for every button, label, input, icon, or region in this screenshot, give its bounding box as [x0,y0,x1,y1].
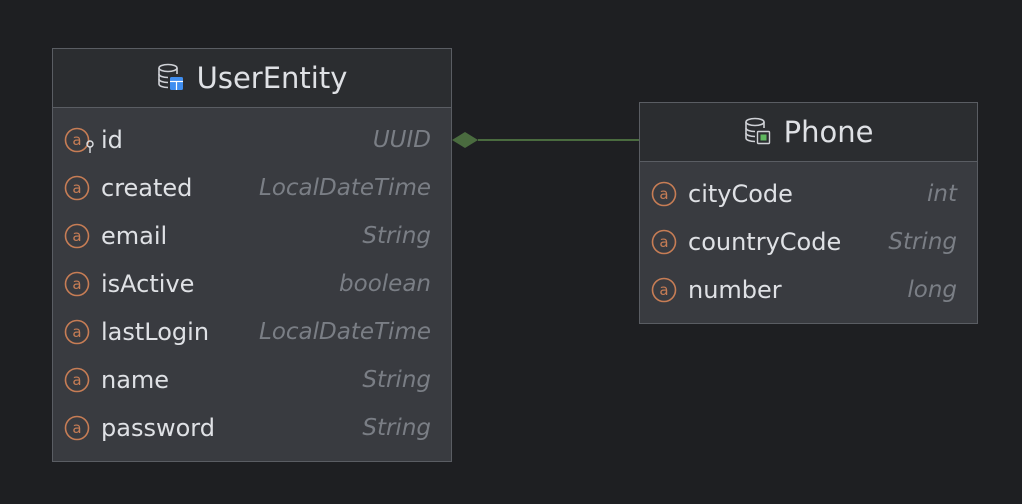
field-a-icon: a [651,229,677,255]
entity-embeddable-icon [744,117,770,145]
field-name: name [101,366,170,394]
field-row-isactive[interactable]: a isActive boolean [53,260,451,308]
svg-text:a: a [72,275,81,293]
field-name: password [101,414,215,442]
field-name: email [101,222,168,250]
entity-table-icon [157,63,183,90]
entity-header[interactable]: UserEntity [53,49,451,108]
field-name: isActive [101,270,195,298]
key-icon [86,140,94,153]
field-type: String [888,229,957,255]
field-a-icon: a [64,175,90,201]
field-row-lastlogin[interactable]: a lastLogin LocalDateTime [53,308,451,356]
svg-text:a: a [659,185,668,203]
field-name: number [688,276,782,304]
svg-text:a: a [72,227,81,245]
svg-text:a: a [659,281,668,299]
svg-text:a: a [72,323,81,341]
field-type: LocalDateTime [259,175,431,201]
entity-phone[interactable]: Phone a cityCode int a countryCode Strin… [639,102,978,324]
field-list: a id UUID a created LocalDateTime a emai… [53,108,451,452]
field-row-password[interactable]: a password String [53,404,451,452]
field-row-countrycode[interactable]: a countryCode String [640,218,977,266]
composition-diamond-icon [452,132,478,148]
field-type: long [907,277,957,303]
field-row-name[interactable]: a name String [53,356,451,404]
svg-text:a: a [72,179,81,197]
field-type: LocalDateTime [259,319,431,345]
svg-text:a: a [72,131,81,149]
svg-text:a: a [72,371,81,389]
field-type: String [362,367,431,393]
svg-text:a: a [659,233,668,251]
field-type: UUID [372,127,431,153]
field-row-citycode[interactable]: a cityCode int [640,170,977,218]
field-row-id[interactable]: a id UUID [53,116,451,164]
field-name: created [101,174,193,202]
entity-user[interactable]: UserEntity a id UUID a created LocalDate… [52,48,452,462]
field-row-number[interactable]: a number long [640,266,977,314]
svg-text:a: a [72,419,81,437]
field-a-icon: a [64,415,90,441]
field-name: cityCode [688,180,793,208]
field-row-email[interactable]: a email String [53,212,451,260]
field-type: int [927,181,957,207]
field-type: boolean [339,271,431,297]
entity-title: UserEntity [196,61,348,95]
field-a-icon: a [64,367,90,393]
entity-title: Phone [783,115,874,149]
field-name: id [101,126,123,154]
field-a-icon: a [64,271,90,297]
field-a-icon: a [651,277,677,303]
field-type: String [362,223,431,249]
field-a-icon: a [64,319,90,345]
field-row-created[interactable]: a created LocalDateTime [53,164,451,212]
entity-header[interactable]: Phone [640,103,977,162]
field-name: lastLogin [101,318,210,346]
field-a-icon: a [64,223,90,249]
field-type: String [362,415,431,441]
field-name: countryCode [688,228,842,256]
field-list: a cityCode int a countryCode String a nu… [640,162,977,314]
field-a-icon: a [651,181,677,207]
